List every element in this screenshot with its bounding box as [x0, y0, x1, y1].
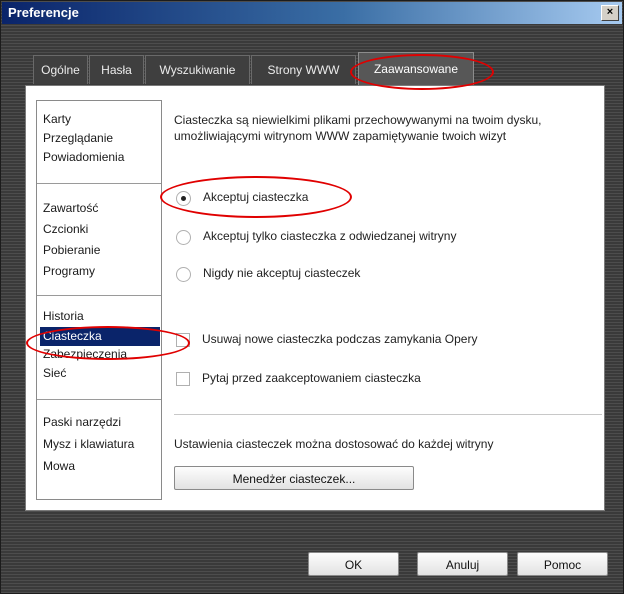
- cookie-manager-button[interactable]: Menedżer ciasteczek...: [174, 466, 414, 490]
- tab-web-pages[interactable]: Strony WWW: [251, 55, 356, 84]
- sidebar-item-cookies[interactable]: Ciasteczka: [40, 327, 160, 346]
- window-title: Preferencje: [8, 5, 79, 20]
- sidebar-divider: [37, 183, 161, 184]
- advanced-panel: Karty Przeglądanie Powiadomienia Zawarto…: [25, 85, 605, 511]
- sidebar-divider: [37, 295, 161, 296]
- cookies-description-line-1: Ciasteczka są niewielkimi plikami przech…: [174, 113, 542, 127]
- cancel-button[interactable]: Anuluj: [417, 552, 508, 576]
- sidebar-item-programs[interactable]: Programy: [43, 262, 95, 281]
- sidebar-item-notifications[interactable]: Powiadomienia: [43, 148, 124, 167]
- radio-accept-visited-only-label[interactable]: Akceptuj tylko ciasteczka z odwiedzanej …: [203, 229, 456, 243]
- checkbox-ask-before-accept-label[interactable]: Pytaj przed zaakceptowaniem ciasteczka: [202, 371, 421, 385]
- tab-general[interactable]: Ogólne: [33, 55, 88, 84]
- sidebar-item-voice[interactable]: Mowa: [43, 457, 75, 476]
- checkbox-delete-on-exit-label[interactable]: Usuwaj nowe ciasteczka podczas zamykania…: [202, 332, 477, 346]
- tab-passwords[interactable]: Hasła: [89, 55, 144, 84]
- radio-accept-cookies[interactable]: [176, 191, 191, 206]
- close-button[interactable]: ×: [601, 5, 619, 21]
- separator: [174, 414, 602, 415]
- sidebar-item-tabs[interactable]: Karty: [43, 110, 71, 129]
- sidebar-item-network[interactable]: Sieć: [43, 364, 66, 383]
- sidebar-item-history[interactable]: Historia: [43, 307, 84, 326]
- tab-advanced[interactable]: Zaawansowane: [358, 52, 474, 86]
- radio-never-accept[interactable]: [176, 267, 191, 282]
- ok-button[interactable]: OK: [308, 552, 399, 576]
- checkbox-delete-on-exit[interactable]: [176, 333, 190, 347]
- per-site-settings-text: Ustawienia ciasteczek można dostosować d…: [174, 437, 494, 451]
- sidebar-item-fonts[interactable]: Czcionki: [43, 220, 88, 239]
- radio-accept-visited-only[interactable]: [176, 230, 191, 245]
- radio-selected-dot: [181, 196, 186, 201]
- radio-never-accept-label[interactable]: Nigdy nie akceptuj ciasteczek: [203, 266, 360, 280]
- sidebar-item-content[interactable]: Zawartość: [43, 199, 98, 218]
- preferences-window: Preferencje × Ogólne Hasła Wyszukiwanie …: [0, 0, 624, 594]
- title-bar: Preferencje ×: [2, 2, 622, 24]
- radio-accept-cookies-label[interactable]: Akceptuj ciasteczka: [203, 190, 308, 204]
- sidebar-item-browsing[interactable]: Przeglądanie: [43, 129, 113, 148]
- sidebar: Karty Przeglądanie Powiadomienia Zawarto…: [36, 100, 162, 500]
- sidebar-divider: [37, 399, 161, 400]
- help-button[interactable]: Pomoc: [517, 552, 608, 576]
- sidebar-item-mouse-keyboard[interactable]: Mysz i klawiatura: [43, 435, 134, 454]
- cookies-description-line-2: umożliwiającymi witrynom WWW zapamiętywa…: [174, 129, 507, 143]
- sidebar-item-security[interactable]: Zabezpieczenia: [43, 345, 127, 364]
- checkbox-ask-before-accept[interactable]: [176, 372, 190, 386]
- sidebar-item-toolbars[interactable]: Paski narzędzi: [43, 413, 121, 432]
- tab-search[interactable]: Wyszukiwanie: [145, 55, 250, 84]
- sidebar-item-downloads[interactable]: Pobieranie: [43, 241, 100, 260]
